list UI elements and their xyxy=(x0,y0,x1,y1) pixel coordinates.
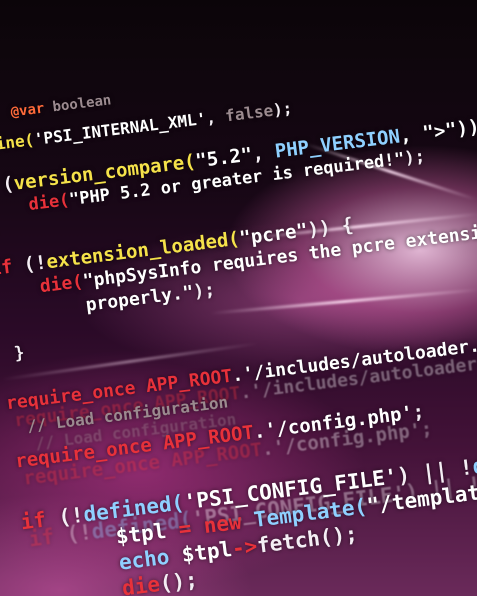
code-token: (! xyxy=(22,251,48,277)
code-token: } xyxy=(13,342,26,364)
code-token: ); xyxy=(403,146,427,169)
code-token: )) { xyxy=(306,213,355,242)
code-token: false xyxy=(224,100,275,126)
code-token: ); xyxy=(271,98,294,120)
code-token: efine( xyxy=(0,130,36,156)
code-token: if xyxy=(19,505,60,535)
photo-scene: @var boolean efine('PSI_INTERNAL_XML', fa… xyxy=(0,0,477,596)
code-token: @var xyxy=(9,100,46,121)
code-token: if xyxy=(0,255,14,281)
code-token: (! xyxy=(57,502,86,530)
code-token: boolean xyxy=(43,92,113,117)
code-line: } xyxy=(13,343,26,364)
code-token: 'PSI_INTERNAL_XML' xyxy=(32,108,208,149)
code-block: @var boolean efine('PSI_INTERNAL_XML', fa… xyxy=(0,0,477,596)
code-token: ; xyxy=(411,400,426,424)
code-line: @var boolean xyxy=(10,92,112,120)
code-token: -> xyxy=(230,533,259,561)
code-token: , ">")) { xyxy=(398,115,477,148)
code-token: , xyxy=(250,140,277,166)
code-token: $tpl xyxy=(180,536,234,567)
code-token: ); xyxy=(192,279,217,303)
code-token: (); xyxy=(158,567,199,596)
